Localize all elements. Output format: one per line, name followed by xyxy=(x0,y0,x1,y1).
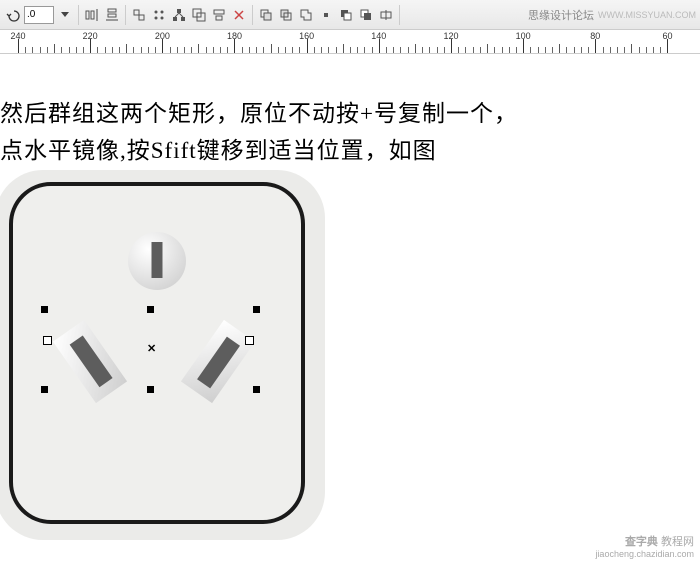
watermark-brand: 查字典 xyxy=(625,536,658,548)
separator xyxy=(125,5,126,25)
align-icon[interactable] xyxy=(210,6,228,24)
combine-icon-2[interactable] xyxy=(277,6,295,24)
snap-icon-1[interactable] xyxy=(130,6,148,24)
instruction-line-1: 然后群组这两个矩形，原位不动按+号复制一个， xyxy=(0,96,518,133)
instruction-text: 然后群组这两个矩形，原位不动按+号复制一个， 点水平镜像,按Sfift键移到适当… xyxy=(0,96,518,170)
rotation-handle[interactable] xyxy=(245,336,254,345)
selection-handle[interactable] xyxy=(147,306,154,313)
node-icon[interactable] xyxy=(170,6,188,24)
horizontal-ruler: 2402202001801601401201008060 xyxy=(0,30,700,54)
selection-handle[interactable] xyxy=(41,306,48,313)
forum-url: WWW.MISSYUAN.COM xyxy=(598,10,696,20)
selection-center-icon: ✕ xyxy=(147,342,156,355)
separator xyxy=(252,5,253,25)
socket-left-slot-group[interactable] xyxy=(53,320,127,403)
combine-icon-3[interactable] xyxy=(297,6,315,24)
socket-face: ✕ xyxy=(9,182,305,524)
watermark: 查字典 教程网 jiaocheng.chazidian.com xyxy=(595,536,694,560)
socket-base: ✕ xyxy=(0,170,325,540)
undo-group xyxy=(4,6,74,24)
undo-input[interactable] xyxy=(24,6,54,24)
socket-right-slot-group[interactable] xyxy=(181,320,255,403)
watermark-sub: 教程网 xyxy=(661,536,694,548)
combine-icon-1[interactable] xyxy=(257,6,275,24)
group-icon[interactable] xyxy=(190,6,208,24)
dropdown-icon[interactable] xyxy=(56,6,74,24)
toolbar: 思缘设计论坛 WWW.MISSYUAN.COM xyxy=(0,0,700,30)
ungroup-icon[interactable] xyxy=(230,6,248,24)
canvas[interactable]: 然后群组这两个矩形，原位不动按+号复制一个， 点水平镜像,按Sfift键移到适当… xyxy=(0,54,700,564)
distribute-icon-1[interactable] xyxy=(83,6,101,24)
instruction-line-2: 点水平镜像,按Sfift键移到适当位置，如图 xyxy=(0,133,518,170)
selection-handle[interactable] xyxy=(253,386,260,393)
watermark-url: jiaocheng.chazidian.com xyxy=(595,549,694,560)
selection-handle[interactable] xyxy=(41,386,48,393)
snap-icon-2[interactable] xyxy=(150,6,168,24)
selection-handle[interactable] xyxy=(147,386,154,393)
rotation-handle[interactable] xyxy=(43,336,52,345)
undo-icon[interactable] xyxy=(4,6,22,24)
distribute-icon-2[interactable] xyxy=(103,6,121,24)
combine-icon-5[interactable] xyxy=(337,6,355,24)
selection-handle[interactable] xyxy=(253,306,260,313)
separator xyxy=(78,5,79,25)
forum-label: 思缘设计论坛 WWW.MISSYUAN.COM xyxy=(528,7,696,23)
forum-name: 思缘设计论坛 xyxy=(528,7,594,23)
combine-icon-6[interactable] xyxy=(357,6,375,24)
socket-ground-slot xyxy=(152,242,163,278)
separator xyxy=(399,5,400,25)
combine-icon-7[interactable] xyxy=(377,6,395,24)
combine-icon-4[interactable] xyxy=(317,6,335,24)
